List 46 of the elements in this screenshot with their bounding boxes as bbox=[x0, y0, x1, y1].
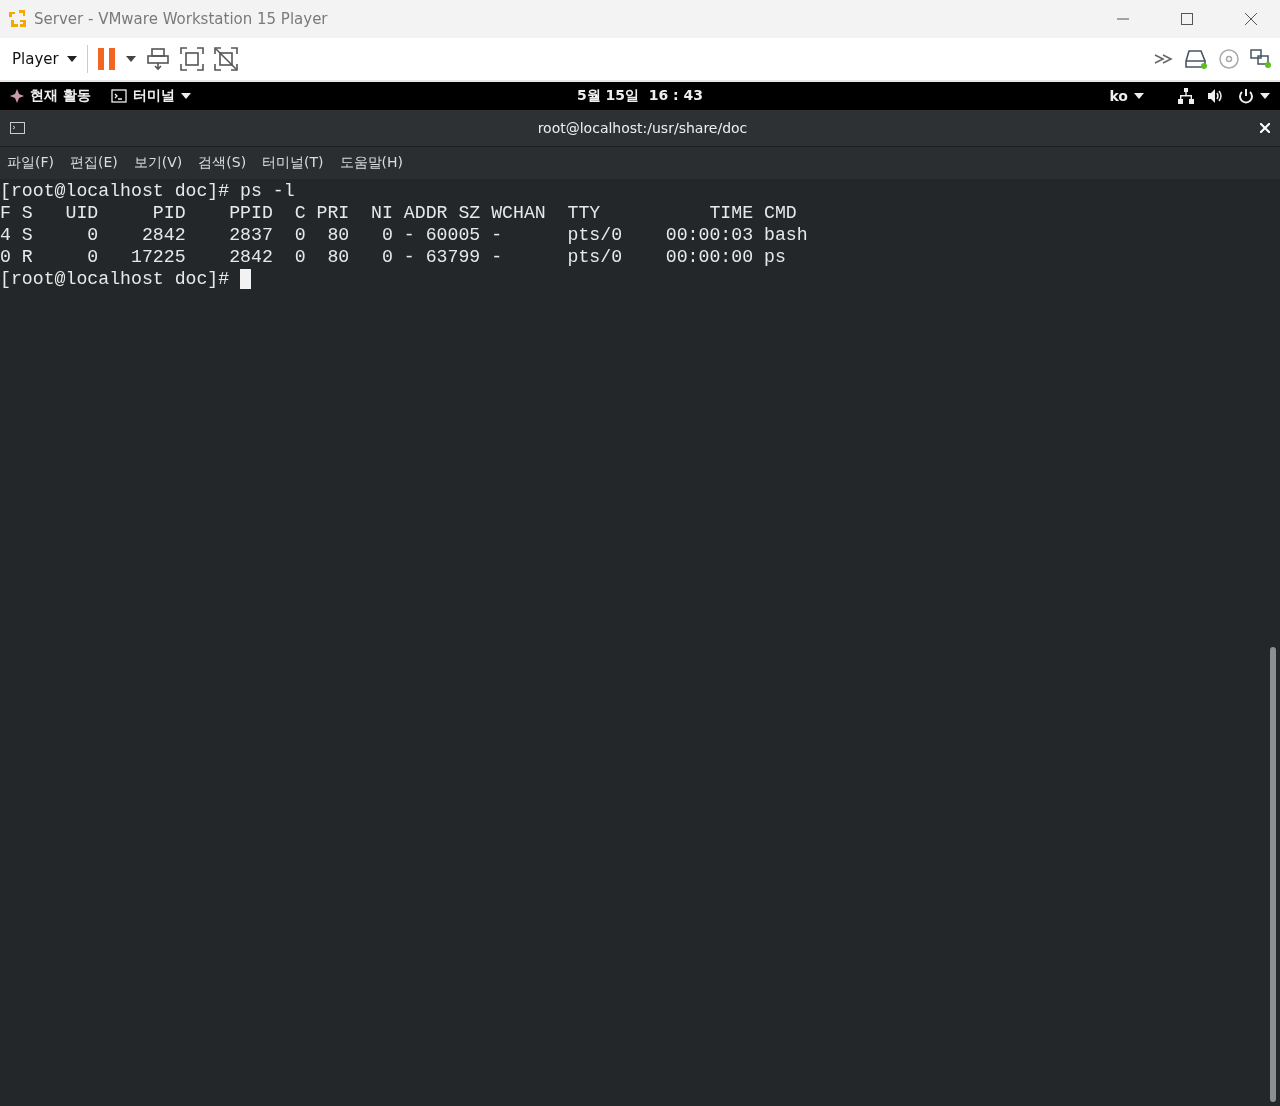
window-title: Server - VMware Workstation 15 Player bbox=[34, 10, 329, 28]
menu-item[interactable]: 파일(F) bbox=[7, 154, 54, 172]
activities-icon bbox=[10, 89, 24, 103]
terminal-line: 4 S 0 2842 2837 0 80 0 - 60005 - pts/0 00:00:03 bash bbox=[0, 224, 808, 246]
caret-icon bbox=[180, 93, 191, 99]
fullscreen-icon[interactable] bbox=[179, 47, 204, 71]
app-logo-icon bbox=[8, 9, 28, 29]
maximize-icon bbox=[1181, 13, 1193, 25]
terminal-line: 0 R 0 17225 2842 0 80 0 - 63799 - pts/0 00:00:00 ps bbox=[0, 246, 786, 268]
terminal-icon bbox=[10, 122, 25, 134]
caret-icon bbox=[66, 56, 77, 62]
activities-button[interactable]: 현재 활동 bbox=[10, 87, 91, 105]
scrollbar-thumb[interactable] bbox=[1270, 647, 1276, 1102]
power-icon bbox=[1238, 88, 1254, 104]
chevron-icon[interactable] bbox=[1154, 53, 1174, 65]
player-menu-button[interactable]: Player bbox=[12, 45, 88, 73]
menu-item[interactable]: 도움말(H) bbox=[339, 154, 404, 172]
pause-icon bbox=[97, 48, 116, 70]
terminal-app-menu[interactable]: 터미널 bbox=[110, 87, 191, 105]
power-menu-button[interactable] bbox=[125, 56, 136, 62]
network-icon bbox=[1178, 88, 1194, 104]
text-cursor bbox=[240, 269, 252, 289]
send-keys-icon[interactable] bbox=[145, 47, 170, 71]
network-adapter-icon[interactable] bbox=[1250, 48, 1272, 70]
caret-icon bbox=[125, 56, 136, 62]
clock[interactable]: 5월 15일 16 : 43 bbox=[576, 87, 704, 105]
menu-item[interactable]: 검색(S) bbox=[198, 154, 247, 172]
caret-icon bbox=[1134, 93, 1144, 99]
terminal-title: root@localhost:/usr/share/doc bbox=[536, 120, 749, 136]
menu-item[interactable]: 보기(V) bbox=[133, 154, 183, 172]
terminal-prompt: [root@localhost doc]# bbox=[0, 268, 231, 290]
caret-icon bbox=[1260, 93, 1270, 99]
terminal-line: [root@localhost doc]# ps -l bbox=[0, 180, 295, 202]
system-menu-button[interactable] bbox=[1238, 88, 1270, 104]
volume-icon bbox=[1208, 89, 1224, 103]
terminal-line: F S UID PID PPID C PRI NI ADDR SZ WCHAN TTY TIME CMD bbox=[0, 202, 797, 224]
pause-button[interactable] bbox=[97, 48, 116, 70]
menu-item[interactable]: 터미널(T) bbox=[262, 154, 324, 172]
terminal-icon bbox=[110, 89, 127, 103]
close-icon bbox=[1260, 123, 1270, 133]
input-method-menu[interactable]: ko bbox=[1109, 88, 1144, 104]
close-icon bbox=[1245, 13, 1257, 25]
hard-disk-icon[interactable] bbox=[1184, 48, 1208, 70]
close-button[interactable] bbox=[1260, 123, 1270, 133]
unity-icon[interactable] bbox=[213, 47, 238, 71]
menu-item[interactable]: 편집(E) bbox=[70, 154, 118, 172]
